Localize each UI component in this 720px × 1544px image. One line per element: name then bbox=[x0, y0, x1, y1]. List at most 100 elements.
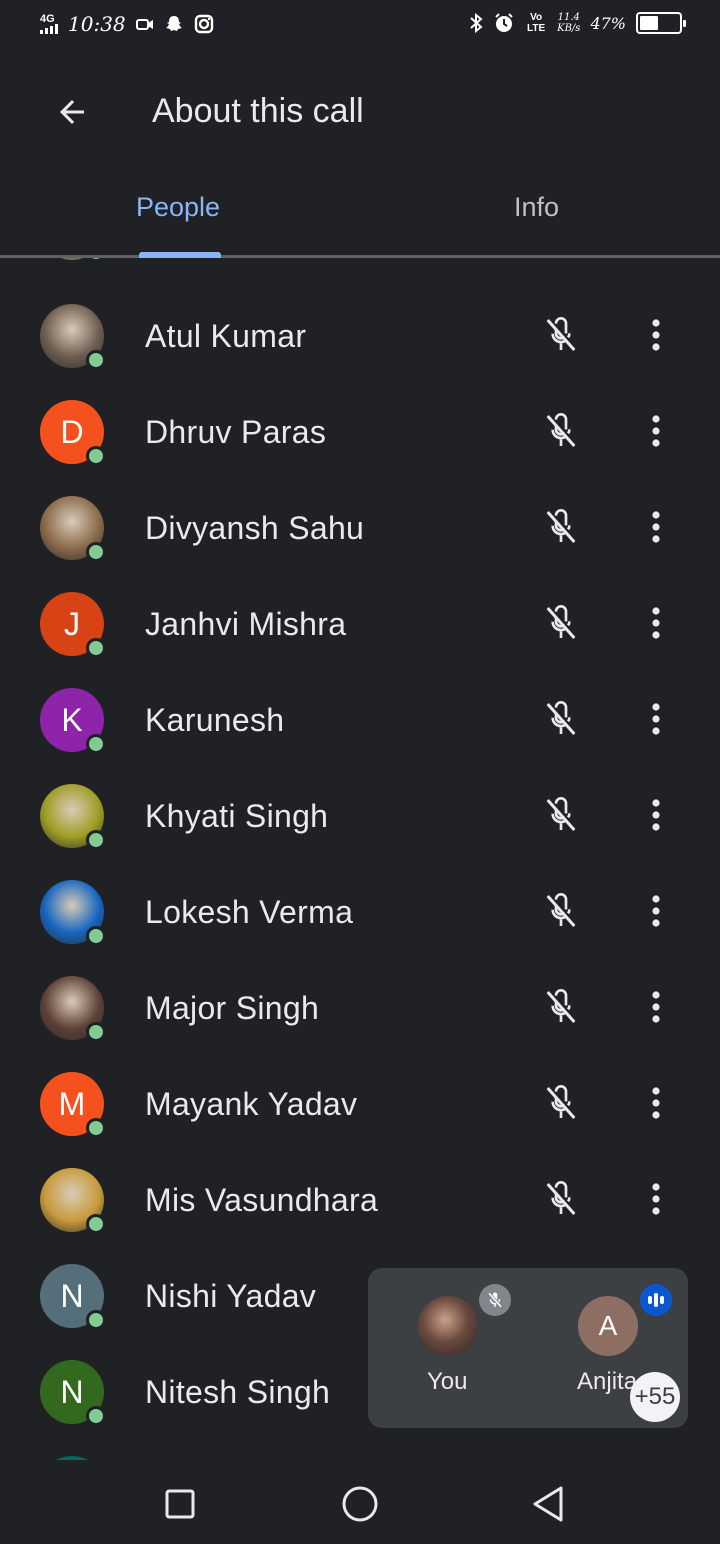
self-muted-badge bbox=[479, 1284, 511, 1316]
online-status-dot bbox=[86, 926, 106, 946]
mute-status-button[interactable] bbox=[536, 310, 586, 360]
avatar bbox=[40, 1168, 106, 1234]
self-avatar bbox=[418, 1296, 478, 1356]
participant-name: Lokesh Verma bbox=[145, 894, 354, 930]
more-vert-icon bbox=[652, 511, 660, 543]
mic-off-icon bbox=[546, 316, 576, 351]
self-label: You bbox=[427, 1368, 468, 1395]
network-speed: 11.4 KB/s bbox=[557, 12, 580, 34]
avatar: D bbox=[40, 400, 106, 466]
more-vert-icon bbox=[652, 415, 660, 447]
more-vert-icon bbox=[652, 319, 660, 351]
mute-status-button[interactable] bbox=[536, 1078, 586, 1128]
more-vert-icon bbox=[652, 1183, 660, 1215]
tab-info[interactable]: Info bbox=[514, 192, 559, 223]
participant-name: Janhvi Mishra bbox=[145, 606, 347, 642]
participant-row[interactable]: Divyansh Sahu bbox=[0, 480, 720, 576]
mute-status-button[interactable] bbox=[536, 694, 586, 744]
participant-name: Major Singh bbox=[145, 990, 320, 1026]
square-icon bbox=[165, 1489, 195, 1519]
call-preview-card[interactable]: You A Anjita +55 bbox=[368, 1268, 688, 1428]
mute-status-button[interactable] bbox=[536, 982, 586, 1032]
participant-name: Khyati Singh bbox=[145, 798, 329, 834]
participant-row[interactable]: J Janhvi Mishra bbox=[0, 576, 720, 672]
avatar bbox=[40, 784, 106, 850]
bluetooth-icon bbox=[470, 13, 483, 33]
mute-status-button[interactable] bbox=[536, 598, 586, 648]
network-indicator: 4G bbox=[40, 14, 58, 34]
mute-status-button[interactable] bbox=[536, 502, 586, 552]
tab-bar: People Info bbox=[0, 180, 720, 258]
online-status-dot bbox=[86, 258, 106, 262]
participant-row[interactable]: Major Singh bbox=[0, 960, 720, 1056]
app-bar: About this call bbox=[0, 70, 720, 156]
participant-row[interactable]: Mis Vasundhara bbox=[0, 1152, 720, 1248]
participant-row[interactable]: Atul Kumar bbox=[0, 288, 720, 384]
participant-label: Anjita bbox=[577, 1368, 638, 1395]
back-nav-button[interactable] bbox=[524, 1480, 572, 1528]
more-options-button[interactable] bbox=[632, 406, 680, 456]
online-status-dot bbox=[86, 1022, 106, 1042]
avatar-initial: K bbox=[61, 701, 83, 738]
more-vert-icon bbox=[652, 607, 660, 639]
mic-off-icon bbox=[546, 988, 576, 1023]
mute-status-button[interactable] bbox=[536, 1174, 586, 1224]
participant-name: Mis Vasundhara bbox=[145, 1182, 379, 1218]
avatar: M bbox=[40, 1072, 106, 1138]
online-status-dot bbox=[86, 350, 106, 370]
participant-name: Atul Kumar bbox=[145, 318, 307, 354]
mute-status-button[interactable] bbox=[536, 406, 586, 456]
back-button[interactable] bbox=[48, 88, 96, 136]
online-status-dot bbox=[86, 1310, 106, 1330]
more-options-button[interactable] bbox=[632, 310, 680, 360]
online-status-dot bbox=[86, 830, 106, 850]
system-nav-bar bbox=[0, 1460, 720, 1544]
avatar bbox=[40, 304, 106, 370]
more-vert-icon bbox=[652, 991, 660, 1023]
circle-icon bbox=[342, 1486, 378, 1522]
mute-status-button[interactable] bbox=[536, 790, 586, 840]
online-status-dot bbox=[86, 1118, 106, 1138]
mute-status-button[interactable] bbox=[536, 886, 586, 936]
list-item-partial bbox=[0, 1440, 720, 1460]
participant-row[interactable]: D Dhruv Paras bbox=[0, 384, 720, 480]
mic-off-icon bbox=[487, 1292, 503, 1308]
recents-button[interactable] bbox=[156, 1480, 204, 1528]
participant-row[interactable]: K Karunesh bbox=[0, 672, 720, 768]
more-options-button[interactable] bbox=[632, 982, 680, 1032]
arrow-left-icon bbox=[60, 100, 84, 124]
participant-row[interactable]: M Mayank Yadav bbox=[0, 1056, 720, 1152]
more-options-button[interactable] bbox=[632, 598, 680, 648]
triangle-back-icon bbox=[533, 1486, 563, 1522]
online-status-dot bbox=[86, 542, 106, 562]
more-participants-badge: +55 bbox=[630, 1372, 680, 1422]
home-button[interactable] bbox=[336, 1480, 384, 1528]
participant-name: Nitesh Singh bbox=[145, 1374, 331, 1410]
avatar-initial: N bbox=[60, 1373, 84, 1410]
network-speed-unit: KB/s bbox=[557, 23, 581, 34]
more-options-button[interactable] bbox=[632, 502, 680, 552]
video-call-icon bbox=[135, 19, 153, 30]
mic-off-icon bbox=[546, 508, 576, 543]
avatar-initial: D bbox=[60, 413, 84, 450]
volte-indicator: Vo LTE bbox=[527, 12, 546, 34]
snapchat-icon bbox=[165, 16, 182, 31]
avatar: N bbox=[40, 1360, 106, 1426]
participant-row[interactable]: Lokesh Verma bbox=[0, 864, 720, 960]
more-options-button[interactable] bbox=[632, 886, 680, 936]
more-options-button[interactable] bbox=[632, 1078, 680, 1128]
network-speed-value: 11.4 bbox=[557, 12, 580, 23]
mic-off-icon bbox=[546, 1084, 576, 1119]
participant-row[interactable]: Khyati Singh bbox=[0, 768, 720, 864]
participant-name: Divyansh Sahu bbox=[145, 510, 365, 546]
more-options-button[interactable] bbox=[632, 1174, 680, 1224]
more-options-button[interactable] bbox=[632, 790, 680, 840]
battery-icon bbox=[636, 12, 686, 34]
tab-people[interactable]: People bbox=[136, 192, 220, 223]
online-status-dot bbox=[86, 734, 106, 754]
participant-avatar: A bbox=[578, 1296, 638, 1356]
battery-fill bbox=[640, 16, 658, 30]
participant-name: Karunesh bbox=[145, 702, 285, 738]
avatar: N bbox=[40, 1264, 106, 1330]
more-options-button[interactable] bbox=[632, 694, 680, 744]
